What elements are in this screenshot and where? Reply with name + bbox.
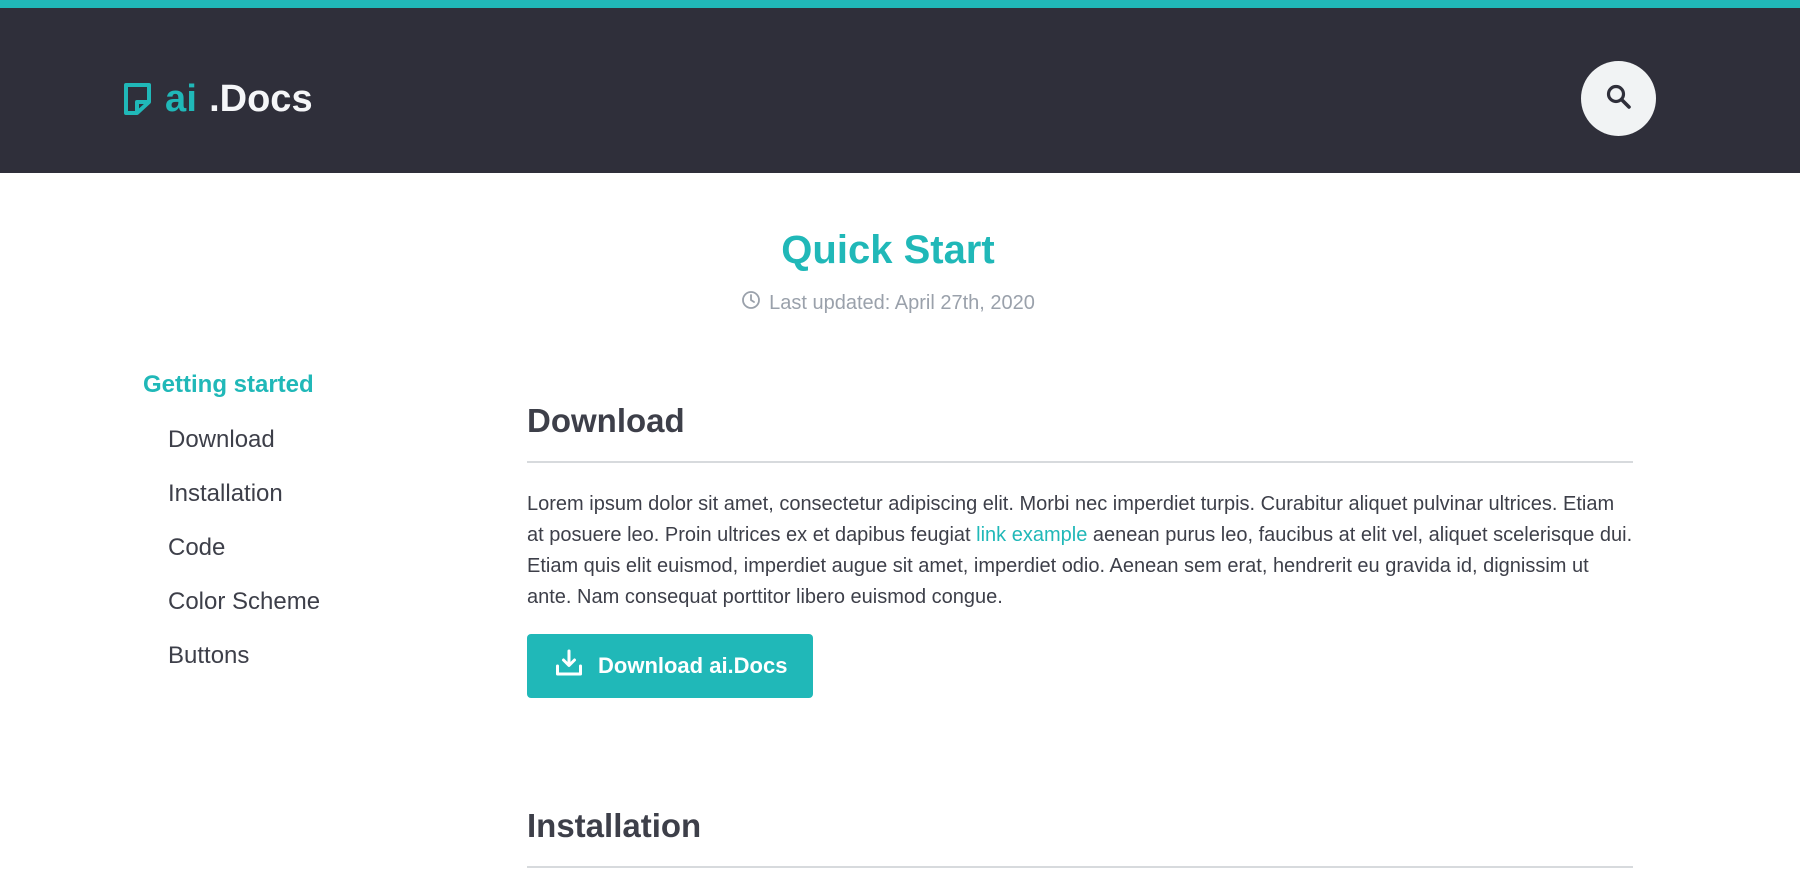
- download-button-label: Download ai.Docs: [598, 653, 788, 678]
- last-updated: Last updated: April 27th, 2020: [741, 290, 1035, 316]
- download-section: Download Lorem ipsum dolor sit amet, con…: [527, 395, 1633, 698]
- sidebar-item-download[interactable]: Download: [143, 425, 483, 479]
- sidebar-item-installation[interactable]: Installation: [143, 479, 483, 533]
- last-updated-text: Last updated: April 27th, 2020: [769, 291, 1035, 314]
- download-section-title: Download: [527, 395, 1633, 463]
- page-title: Quick Start: [781, 228, 995, 272]
- search-button[interactable]: [1581, 61, 1656, 136]
- sidebar-nav: Getting started Download Installation Co…: [143, 365, 483, 695]
- sidebar-item-code[interactable]: Code: [143, 533, 483, 587]
- site-logo[interactable]: ai .Docs: [123, 71, 313, 127]
- document-icon: [123, 82, 153, 116]
- sidebar-heading-getting-started[interactable]: Getting started: [143, 365, 483, 405]
- site-header: ai .Docs: [0, 8, 1800, 173]
- sidebar-list: Download Installation Code Color Scheme …: [143, 425, 483, 695]
- logo-ai-text: ai: [165, 77, 198, 120]
- clock-icon: [741, 290, 761, 316]
- download-paragraph: Lorem ipsum dolor sit amet, consectetur …: [527, 489, 1633, 613]
- page-header: Quick Start Last updated: April 27th, 20…: [0, 222, 1776, 316]
- top-accent-bar: [0, 0, 1800, 8]
- link-example[interactable]: link example: [976, 524, 1087, 546]
- download-icon: [554, 648, 598, 684]
- main-content: Download Lorem ipsum dolor sit amet, con…: [527, 395, 1633, 698]
- download-button[interactable]: Download ai.Docs: [527, 634, 813, 698]
- logo-docs-text: .Docs: [209, 77, 313, 120]
- installation-section-title: Installation: [527, 800, 1633, 868]
- sidebar-item-color-scheme[interactable]: Color Scheme: [143, 587, 483, 641]
- sidebar-item-buttons[interactable]: Buttons: [143, 641, 483, 695]
- installation-section: Installation: [527, 800, 1633, 868]
- search-icon: [1605, 83, 1633, 114]
